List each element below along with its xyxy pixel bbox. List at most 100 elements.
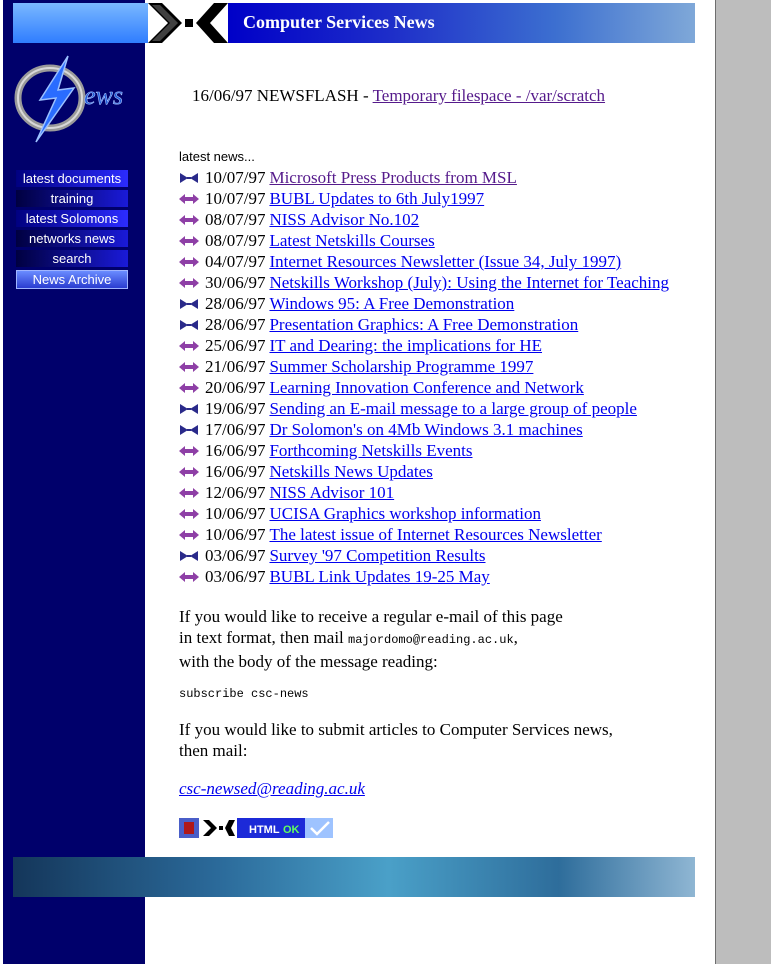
news-item: 17/06/97 Dr Solomon's on 4Mb Windows 3.1 … (179, 419, 669, 440)
header-banner: Computer Services News (13, 3, 695, 43)
news-item: 16/06/97 Forthcoming Netskills Events (179, 440, 669, 461)
footer-banner (13, 857, 695, 897)
news-date: 10/06/97 (205, 504, 266, 523)
news-link[interactable]: Netskills Workshop (July): Using the Int… (269, 272, 669, 293)
news-link[interactable]: Latest Netskills Courses (269, 230, 434, 251)
news-link[interactable]: Summer Scholarship Programme 1997 (269, 356, 533, 377)
news-logo[interactable]: ews (14, 50, 138, 146)
news-link[interactable]: Presentation Graphics: A Free Demonstrat… (269, 314, 578, 335)
news-link[interactable]: Internet Resources Newsletter (Issue 34,… (269, 251, 621, 272)
news-link[interactable]: Microsoft Press Products from MSL (269, 167, 516, 188)
news-link[interactable]: Netskills News Updates (269, 461, 432, 482)
news-item: 10/07/97 Microsoft Press Products from MS… (179, 167, 669, 188)
news-date: 03/06/97 (205, 546, 266, 565)
news-link[interactable]: Windows 95: A Free Demonstration (269, 293, 514, 314)
news-item: 30/06/97 Netskills Workshop (July): Using… (179, 272, 669, 293)
news-list: 10/07/97 Microsoft Press Products from MS… (179, 167, 669, 587)
double-arrow-icon (179, 214, 199, 225)
badge-html-text: HTML (249, 824, 280, 836)
double-arrow-icon (179, 445, 199, 456)
chevron-arrows-icon (148, 3, 228, 43)
subscribe-line2-suffix: , (513, 628, 518, 647)
news-date: 21/06/97 (205, 357, 266, 376)
news-link[interactable]: UCISA Graphics workshop information (269, 503, 541, 524)
newsflash-link[interactable]: Temporary filespace - /var/scratch (373, 86, 605, 105)
subscribe-command: subscribe csc-news (179, 687, 309, 701)
news-date: 30/06/97 (205, 273, 266, 292)
news-link[interactable]: Sending an E-mail message to a large gro… (269, 398, 636, 419)
news-item: 12/06/97 NISS Advisor 101 (179, 482, 669, 503)
double-arrow-icon (179, 361, 199, 372)
nav-latest-solomons[interactable]: latest Solomons (16, 210, 128, 227)
subscribe-line1: If you would like to receive a regular e… (179, 607, 563, 626)
news-date: 12/06/97 (205, 483, 266, 502)
news-item: 19/06/97 Sending an E-mail message to a l… (179, 398, 669, 419)
html-ok-badge[interactable]: HTML OK (179, 818, 333, 838)
news-item: 10/07/97 BUBL Updates to 6th July1997 (179, 188, 669, 209)
news-item: 04/07/97 Internet Resources Newsletter (I… (179, 251, 669, 272)
double-arrow-icon (179, 571, 199, 582)
double-arrow-icon (179, 466, 199, 477)
news-link[interactable]: Survey '97 Competition Results (269, 545, 485, 566)
double-arrow-icon (179, 277, 199, 288)
lightning-ring-icon: ews (14, 55, 123, 143)
nav-networks-news[interactable]: networks news (16, 230, 128, 247)
double-arrow-icon (179, 193, 199, 204)
bowtie-arrow-icon (180, 550, 198, 561)
banner-left-panel (13, 3, 148, 43)
news-date: 25/06/97 (205, 336, 266, 355)
news-link[interactable]: BUBL Link Updates 19-25 May (269, 566, 489, 587)
news-item: 03/06/97 BUBL Link Updates 19-25 May (179, 566, 669, 587)
news-item: 03/06/97 Survey '97 Competition Results (179, 545, 669, 566)
bowtie-arrow-icon (180, 403, 198, 414)
news-link[interactable]: NISS Advisor No.102 (269, 209, 419, 230)
news-item: 20/06/97 Learning Innovation Conference a… (179, 377, 669, 398)
news-item: 10/06/97 UCISA Graphics workshop informat… (179, 503, 669, 524)
submit-paragraph: If you would like to submit articles to … (179, 719, 613, 761)
nav-search[interactable]: search (16, 250, 128, 267)
nav-latest-documents[interactable]: latest documents (16, 170, 128, 187)
news-date: 04/07/97 (205, 252, 266, 271)
news-date: 28/06/97 (205, 294, 266, 313)
banner-arrows (148, 3, 228, 43)
news-item: 21/06/97 Summer Scholarship Programme 199… (179, 356, 669, 377)
latest-news-heading: latest news... (179, 149, 255, 164)
news-link[interactable]: BUBL Updates to 6th July1997 (269, 188, 484, 209)
nav-training[interactable]: training (16, 190, 128, 207)
news-item: 10/06/97 The latest issue of Internet Res… (179, 524, 669, 545)
submit-email-wrap: csc-newsed@reading.ac.uk (179, 778, 365, 799)
news-date: 10/07/97 (205, 168, 266, 187)
news-date: 16/06/97 (205, 462, 266, 481)
double-arrow-icon (179, 382, 199, 393)
newsed-email-link[interactable]: csc-newsed@reading.ac.uk (179, 779, 365, 798)
news-link[interactable]: Forthcoming Netskills Events (269, 440, 472, 461)
subscribe-paragraph: If you would like to receive a regular e… (179, 606, 563, 672)
double-arrow-icon (179, 340, 199, 351)
news-link[interactable]: NISS Advisor 101 (269, 482, 394, 503)
sidebar-edge (0, 0, 3, 964)
news-item: 28/06/97 Presentation Graphics: A Free De… (179, 314, 669, 335)
news-date: 19/06/97 (205, 399, 266, 418)
right-gutter (715, 0, 771, 964)
news-item: 28/06/97 Windows 95: A Free Demonstration (179, 293, 669, 314)
newsflash-prefix: 16/06/97 NEWSFLASH - (192, 86, 369, 105)
bowtie-arrow-icon (180, 172, 198, 183)
news-date: 28/06/97 (205, 315, 266, 334)
double-arrow-icon (179, 508, 199, 519)
badge-ok-text: OK (283, 824, 300, 836)
news-link[interactable]: The latest issue of Internet Resources N… (269, 524, 601, 545)
bowtie-arrow-icon (180, 319, 198, 330)
newsflash: 16/06/97 NEWSFLASH - Temporary filespace… (192, 86, 605, 106)
nav-news-archive[interactable]: News Archive (16, 270, 128, 289)
news-link[interactable]: Dr Solomon's on 4Mb Windows 3.1 machines (269, 419, 582, 440)
double-arrow-icon (179, 529, 199, 540)
news-date: 10/06/97 (205, 525, 266, 544)
news-link[interactable]: IT and Dearing: the implications for HE (269, 335, 542, 356)
news-date: 10/07/97 (205, 189, 266, 208)
news-date: 17/06/97 (205, 420, 266, 439)
news-link[interactable]: Learning Innovation Conference and Netwo… (269, 377, 583, 398)
double-arrow-icon (179, 235, 199, 246)
news-date: 03/06/97 (205, 567, 266, 586)
news-item: 08/07/97 Latest Netskills Courses (179, 230, 669, 251)
news-date: 08/07/97 (205, 210, 266, 229)
